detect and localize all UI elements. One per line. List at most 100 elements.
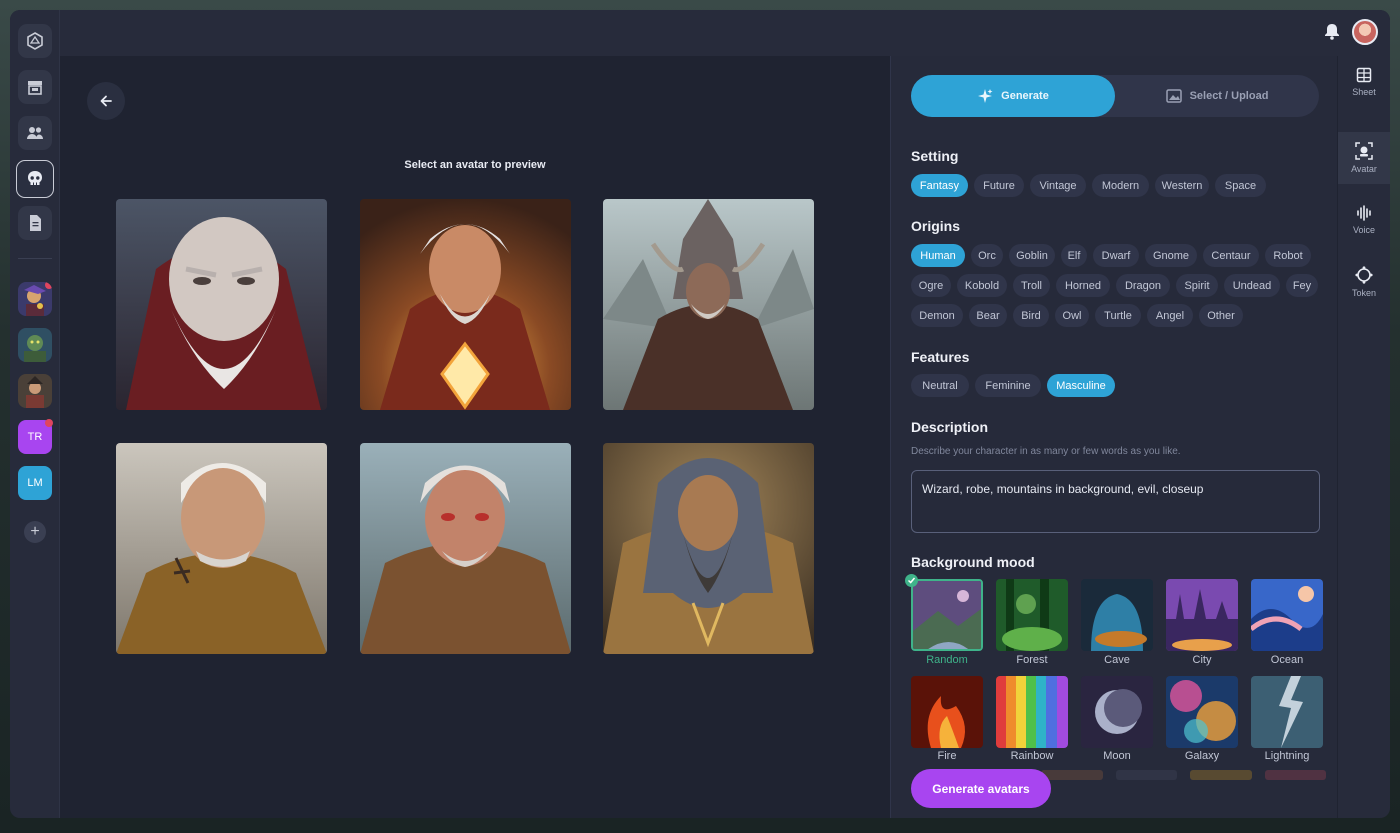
user-avatar[interactable]: [1352, 19, 1378, 45]
party-button[interactable]: [18, 116, 52, 150]
chip-origin-dragon[interactable]: Dragon: [1116, 274, 1170, 297]
mood-rainbow-label: Rainbow: [1010, 750, 1054, 762]
mood-fire-label: Fire: [937, 750, 957, 762]
mode-toggle: Generate Select / Upload: [911, 75, 1319, 117]
app-window: TR LM + Select an avatar to preview Gene…: [10, 10, 1390, 818]
mood-ocean[interactable]: [1251, 579, 1323, 651]
description-textarea[interactable]: Wizard, robe, mountains in background, e…: [911, 470, 1320, 533]
mood-random-label: Random: [926, 654, 968, 666]
chip-origin-horned[interactable]: Horned: [1056, 274, 1110, 297]
rail-avatar-2[interactable]: [18, 328, 52, 362]
token-icon: [1355, 266, 1373, 284]
add-button[interactable]: +: [24, 521, 46, 543]
chip-origin-owl[interactable]: Owl: [1055, 304, 1089, 327]
tab-voice[interactable]: Voice: [1338, 194, 1390, 246]
chip-origin-centaur[interactable]: Centaur: [1203, 244, 1259, 267]
rail-avatar-1[interactable]: [18, 282, 52, 316]
chip-origin-elf[interactable]: Elf: [1061, 244, 1087, 267]
chip-feature-feminine[interactable]: Feminine: [975, 374, 1041, 397]
chip-feature-neutral[interactable]: Neutral: [911, 374, 969, 397]
avatar-option[interactable]: [603, 443, 814, 654]
generate-mode-button[interactable]: Generate: [911, 75, 1115, 117]
dice-icon-button[interactable]: [18, 24, 52, 58]
mood-galaxy[interactable]: [1166, 676, 1238, 748]
upload-mode-button[interactable]: Select / Upload: [1115, 75, 1319, 117]
chip-feature-masculine[interactable]: Masculine: [1047, 374, 1115, 397]
mood-fire[interactable]: [911, 676, 983, 748]
chip-origin-orc[interactable]: Orc: [971, 244, 1003, 267]
upload-mode-label: Select / Upload: [1189, 90, 1269, 102]
chip-setting-vintage[interactable]: Vintage: [1030, 174, 1086, 197]
rail-item-tr[interactable]: TR: [18, 419, 53, 454]
mood-forest[interactable]: [996, 579, 1068, 651]
mood-cave[interactable]: [1081, 579, 1153, 651]
sidebar-divider: [18, 258, 52, 259]
tab-sheet[interactable]: Sheet: [1338, 56, 1390, 108]
mood-galaxy-label: Galaxy: [1184, 750, 1220, 762]
chip-origin-bird[interactable]: Bird: [1013, 304, 1049, 327]
chip-origin-human[interactable]: Human: [911, 244, 965, 267]
users-icon: [27, 127, 43, 139]
right-tab-rail: Sheet Avatar Voice Token: [1338, 56, 1390, 818]
mood-lightning[interactable]: [1251, 676, 1323, 748]
mood-cave-label: Cave: [1104, 654, 1130, 666]
sparkle-icon: [978, 89, 993, 103]
store-button[interactable]: [18, 70, 52, 104]
chip-origin-demon[interactable]: Demon: [911, 304, 963, 327]
avatar-preview-area: Select an avatar to preview: [61, 56, 889, 818]
chip-origin-robot[interactable]: Robot: [1265, 244, 1311, 267]
notifications-button[interactable]: [1324, 22, 1340, 45]
avatar-option[interactable]: [603, 199, 814, 410]
mood-city-label: City: [1192, 654, 1212, 666]
store-icon: [28, 81, 42, 95]
background-mood-title: Background mood: [911, 554, 1035, 570]
generate-mode-label: Generate: [1001, 90, 1049, 102]
tab-avatar[interactable]: Avatar: [1338, 132, 1390, 184]
mood-rainbow[interactable]: [996, 676, 1068, 748]
chip-origin-kobold[interactable]: Kobold: [957, 274, 1007, 297]
chip-setting-fantasy[interactable]: Fantasy: [911, 174, 968, 197]
chip-origin-gnome[interactable]: Gnome: [1145, 244, 1197, 267]
rail-item-lm[interactable]: LM: [18, 466, 52, 500]
rail-avatar-3[interactable]: [18, 374, 52, 408]
tab-token[interactable]: Token: [1338, 256, 1390, 308]
chip-origin-ogre[interactable]: Ogre: [911, 274, 951, 297]
tab-sheet-label: Sheet: [1352, 87, 1376, 97]
chip-origin-turtle[interactable]: Turtle: [1095, 304, 1141, 327]
chip-origin-dwarf[interactable]: Dwarf: [1093, 244, 1139, 267]
chip-origin-troll[interactable]: Troll: [1013, 274, 1050, 297]
back-button[interactable]: [87, 82, 125, 120]
notification-dot: [45, 282, 52, 289]
description-hint: Describe your character in as many or fe…: [911, 446, 1181, 457]
chip-origin-bear[interactable]: Bear: [969, 304, 1007, 327]
chip-origin-angel[interactable]: Angel: [1147, 304, 1193, 327]
rail-item-tr-label: TR: [27, 431, 43, 443]
chip-setting-space[interactable]: Space: [1215, 174, 1266, 197]
mood-moon[interactable]: [1081, 676, 1153, 748]
avatar-option[interactable]: [116, 443, 327, 654]
chip-origin-goblin[interactable]: Goblin: [1009, 244, 1055, 267]
chip-setting-western[interactable]: Western: [1155, 174, 1209, 197]
chip-setting-modern[interactable]: Modern: [1092, 174, 1149, 197]
documents-button[interactable]: [18, 206, 52, 240]
generate-avatars-button[interactable]: Generate avatars: [911, 769, 1051, 808]
waveform-icon: [1357, 205, 1371, 221]
description-title: Description: [911, 419, 989, 435]
rail-item-lm-label: LM: [27, 477, 43, 489]
chip-setting-future[interactable]: Future: [974, 174, 1024, 197]
avatar-option[interactable]: [360, 199, 571, 410]
chip-origin-spirit[interactable]: Spirit: [1176, 274, 1218, 297]
mood-city[interactable]: [1166, 579, 1238, 651]
skull-icon: [28, 171, 42, 185]
mood-random[interactable]: [911, 579, 983, 651]
avatar-option[interactable]: [360, 443, 571, 654]
features-title: Features: [911, 349, 970, 365]
left-sidebar: TR LM +: [10, 10, 60, 818]
characters-button[interactable]: [16, 160, 54, 198]
avatar-option[interactable]: [116, 199, 327, 410]
setting-title: Setting: [911, 148, 959, 164]
chip-origin-other[interactable]: Other: [1199, 304, 1243, 327]
chip-origin-fey[interactable]: Fey: [1286, 274, 1318, 297]
chip-origin-undead[interactable]: Undead: [1224, 274, 1280, 297]
tab-token-label: Token: [1351, 288, 1377, 298]
